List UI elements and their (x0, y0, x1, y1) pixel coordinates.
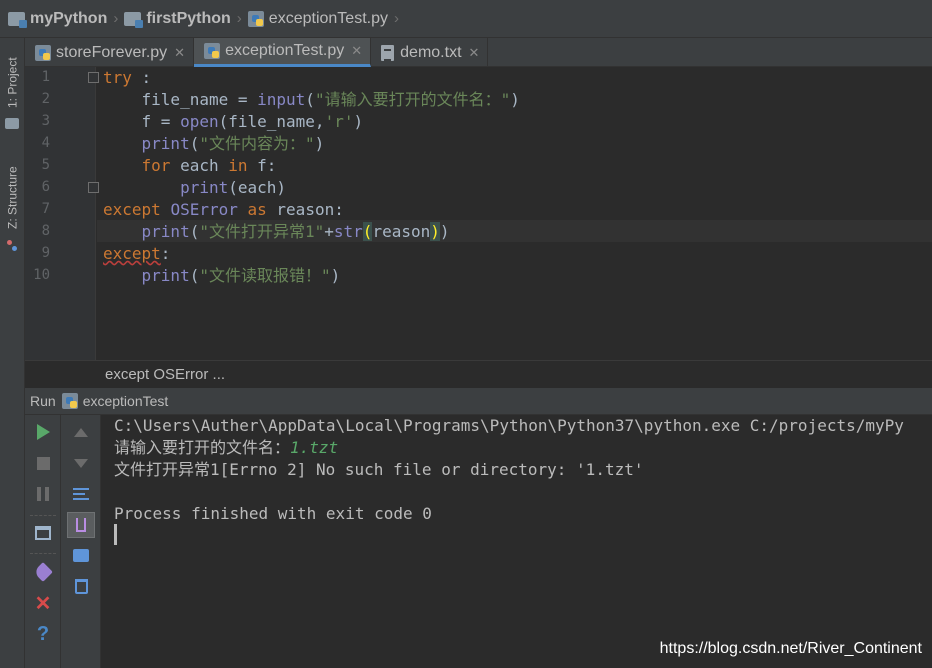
console-exit-line: Process finished with exit code 0 (114, 504, 432, 523)
tab-storeforever[interactable]: storeForever.py ✕ (25, 38, 195, 67)
run-console-output[interactable]: C:\Users\Auther\AppData\Local\Programs\P… (101, 415, 932, 668)
line-number: 6 (41, 179, 50, 195)
restore-layout-button[interactable] (32, 522, 54, 544)
line-number: 3 (41, 113, 50, 129)
close-icon[interactable]: ✕ (174, 45, 185, 61)
watermark: https://blog.csdn.net/River_Continent (659, 640, 922, 657)
python-file-icon (247, 10, 264, 27)
fold-marker-icon[interactable] (88, 182, 99, 193)
stop-button[interactable] (32, 452, 54, 474)
code-line: except OSError as reason: (103, 200, 344, 219)
next-occurrence-button[interactable] (70, 452, 92, 474)
soft-wrap-button[interactable] (70, 483, 92, 505)
arrow-up-icon (74, 427, 88, 437)
print-icon (73, 548, 89, 562)
structure-icon (5, 238, 19, 252)
breadcrumb-item-file[interactable]: exceptionTest.py (247, 10, 388, 28)
run-toolbar-primary: ✕ ? (25, 415, 61, 668)
toolbar-divider (30, 515, 56, 516)
line-number: 4 (41, 135, 50, 151)
run-panel-title: Run (30, 393, 56, 409)
code-line: for each in f: (103, 156, 277, 175)
line-number: 2 (41, 91, 50, 107)
stop-icon (36, 456, 50, 470)
python-file-icon (204, 43, 221, 59)
console-command-line: C:\Users\Auther\AppData\Local\Programs\P… (114, 416, 904, 435)
console-prompt-line: 请输入要打开的文件名：1.tzt (114, 438, 339, 457)
close-icon: ✕ (34, 592, 52, 615)
folder-icon (124, 11, 144, 28)
chevron-right-icon: › (236, 10, 242, 27)
pin-icon (33, 562, 53, 582)
breadcrumb-item-firstpython[interactable]: firstPython (124, 10, 231, 28)
python-file-icon (35, 44, 51, 61)
line-number: 7 (41, 201, 50, 217)
close-icon[interactable]: ✕ (351, 43, 362, 59)
code-line: f = open(file_name,'r') (103, 112, 364, 131)
project-tool-tab[interactable]: 1: Project (2, 52, 23, 114)
close-icon[interactable]: ✕ (469, 45, 480, 61)
console-cursor (114, 524, 117, 545)
python-file-icon (61, 393, 78, 409)
rerun-button[interactable] (32, 421, 54, 443)
pin-tab-button[interactable] (32, 561, 54, 583)
line-number: 1 (41, 69, 50, 85)
code-line: print("文件读取报错！") (103, 266, 341, 285)
code-line: print(each) (103, 178, 287, 197)
chevron-right-icon: › (113, 10, 119, 27)
code-line: file_name = input("请输入要打开的文件名：") (103, 90, 520, 109)
scroll-to-end-icon (76, 518, 86, 532)
previous-occurrence-button[interactable] (70, 421, 92, 443)
code-line: print("文件打开异常1"+str(reason)) (103, 222, 450, 241)
text-file-icon (381, 44, 395, 61)
line-number: 10 (33, 267, 50, 283)
tab-exceptiontest[interactable]: exceptionTest.py ✕ (194, 38, 372, 67)
help-icon: ? (36, 622, 50, 645)
editor-tab-bar: storeForever.py ✕ exceptionTest.py ✕ dem… (25, 38, 932, 67)
line-gutter: 1 2 3 4 5 6 7 8 9 10 (25, 67, 96, 360)
code-editor[interactable]: 1 2 3 4 5 6 7 8 9 10 try : file_name = i… (25, 67, 932, 360)
line-number: 5 (41, 157, 50, 173)
fold-marker-icon[interactable] (88, 72, 99, 83)
structure-tool-tab[interactable]: Z: Structure (2, 162, 23, 234)
layout-icon (35, 526, 51, 540)
folder-icon (8, 11, 27, 28)
close-run-button[interactable]: ✕ (32, 592, 54, 615)
clear-all-button[interactable] (70, 575, 92, 597)
code-line: try : (103, 68, 152, 87)
trash-icon (74, 578, 88, 594)
chevron-right-icon: › (393, 10, 399, 27)
tab-demo-txt[interactable]: demo.txt ✕ (371, 38, 489, 67)
toolbar-divider (30, 553, 56, 554)
run-toolbar-secondary (61, 415, 101, 668)
editor-context-breadcrumb[interactable]: except OSError ... (25, 360, 932, 388)
run-panel-header: Run exceptionTest (25, 388, 932, 415)
soft-wrap-icon (73, 488, 89, 500)
folder-icon (5, 118, 19, 129)
arrow-down-icon (74, 458, 88, 468)
line-number: 8 (41, 223, 50, 239)
breadcrumb: myPython › firstPython › exceptionTest.p… (0, 0, 932, 38)
help-button[interactable]: ? (32, 623, 54, 645)
print-button[interactable] (70, 544, 92, 566)
code-line: except: (103, 244, 171, 263)
pause-icon (37, 487, 49, 501)
run-config-tab[interactable]: exceptionTest (83, 393, 169, 409)
line-number: 9 (41, 245, 50, 261)
console-error-line: 文件打开异常1[Errno 2] No such file or directo… (114, 460, 644, 479)
code-line: print("文件内容为：") (103, 134, 325, 153)
scroll-to-end-button[interactable] (67, 512, 95, 538)
pause-button[interactable] (32, 483, 54, 505)
breadcrumb-item-mypython[interactable]: myPython (8, 10, 107, 28)
play-icon (36, 424, 50, 440)
left-tool-strip: 1: Project Z: Structure (0, 38, 25, 668)
